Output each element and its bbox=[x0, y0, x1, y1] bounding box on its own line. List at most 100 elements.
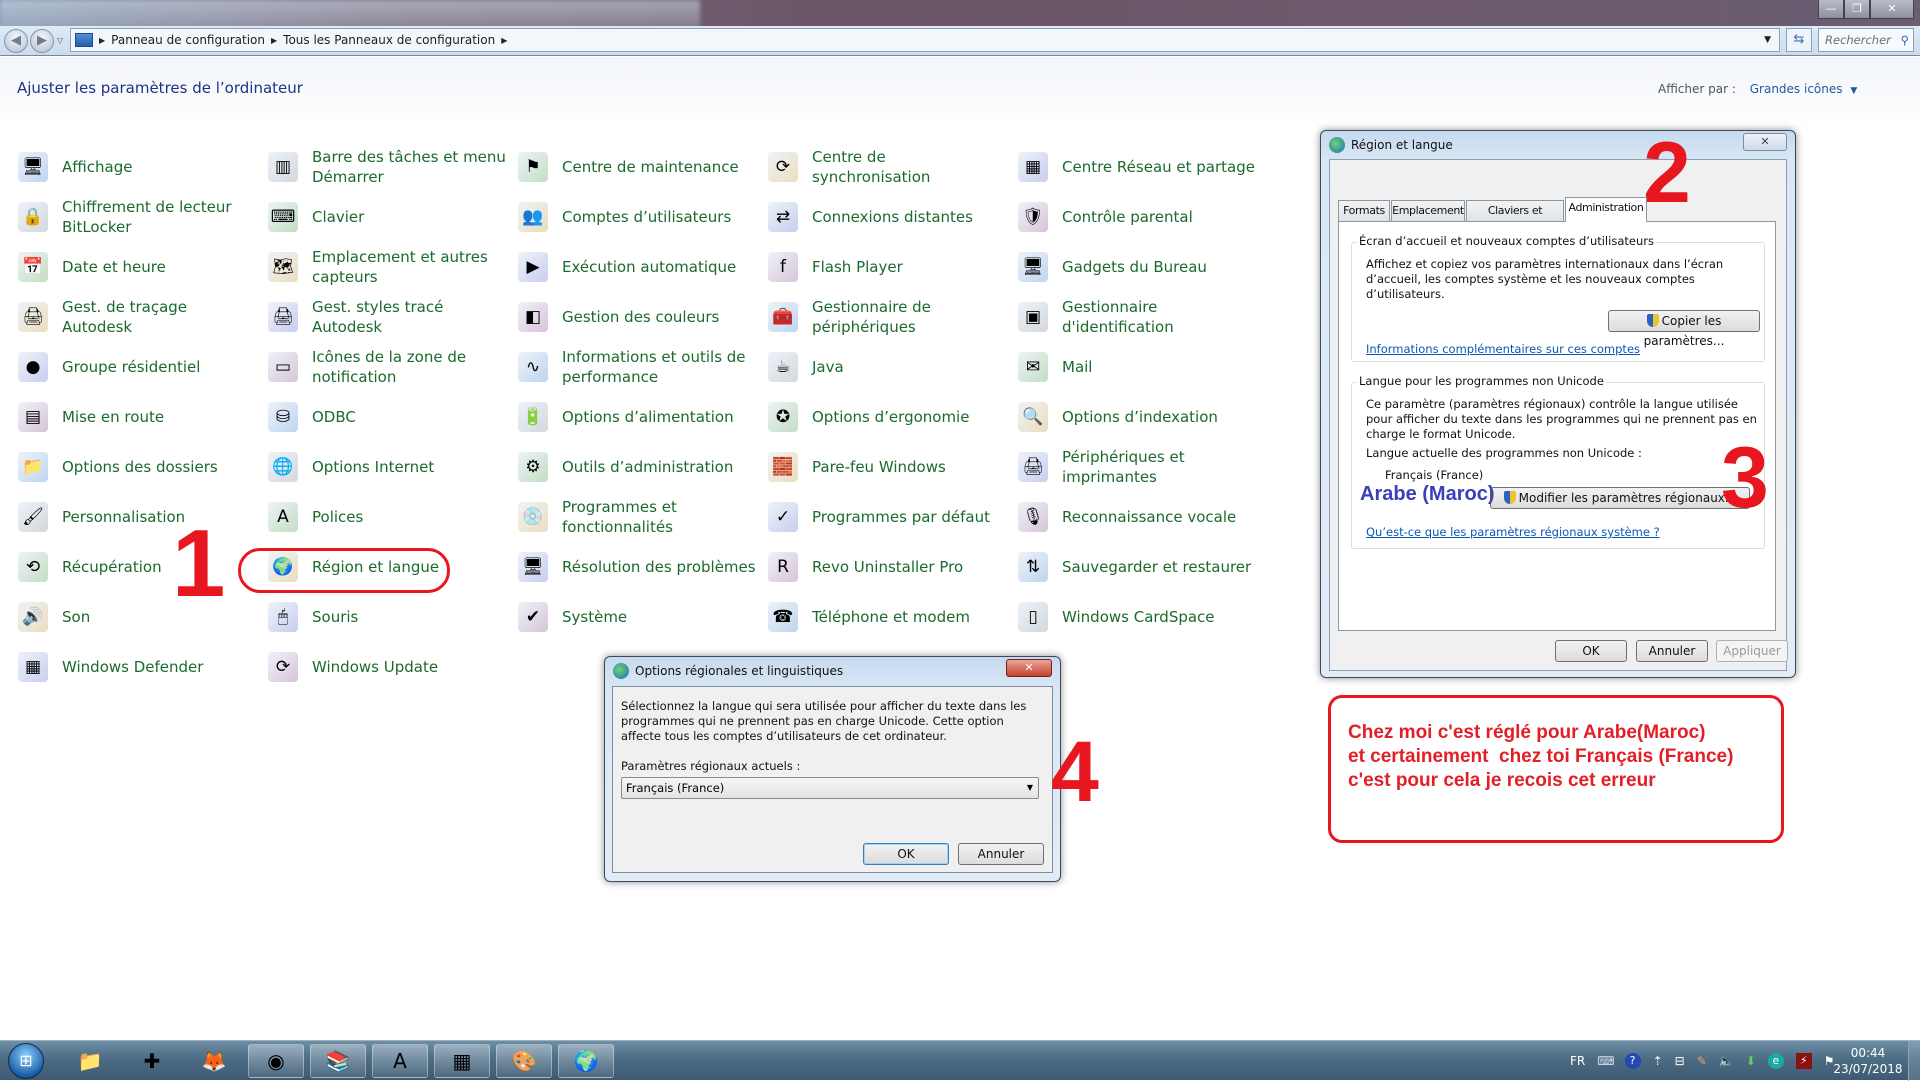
control-panel-item[interactable]: 💿 Programmes et fonctionnalités bbox=[518, 494, 758, 540]
control-panel-item[interactable]: ☎ Téléphone et modem bbox=[768, 594, 1008, 640]
control-panel-item[interactable]: 🔍 Options d’indexation bbox=[1018, 394, 1258, 440]
control-panel-item[interactable]: ▥ Barre des tâches et menu Démarrer bbox=[268, 144, 508, 190]
recent-pages-dropdown[interactable]: ▽ bbox=[57, 36, 63, 45]
show-hidden-icons[interactable]: ⇡ bbox=[1653, 1054, 1663, 1068]
control-panel-item[interactable]: f Flash Player bbox=[768, 244, 1008, 290]
tab-formats[interactable]: Formats bbox=[1338, 200, 1390, 221]
forward-button[interactable]: ▶ bbox=[30, 29, 54, 53]
system-locale-info-link[interactable]: Qu’est-ce que les paramètres régionaux s… bbox=[1366, 525, 1660, 539]
control-panel-item[interactable]: ⚙ Outils d’administration bbox=[518, 444, 758, 490]
tab-administration[interactable]: Administration bbox=[1565, 197, 1647, 222]
start-button[interactable]: ⊞ bbox=[8, 1043, 44, 1079]
control-panel-item[interactable]: ▦ Centre Réseau et partage bbox=[1018, 144, 1258, 190]
control-panel-item[interactable]: ✉ Mail bbox=[1018, 344, 1258, 390]
control-panel-item[interactable]: 🧱 Pare-feu Windows bbox=[768, 444, 1008, 490]
control-panel-item[interactable]: ▤ Mise en route bbox=[18, 394, 258, 440]
control-panel-item[interactable]: ▶ Exécution automatique bbox=[518, 244, 758, 290]
dialog-close-button[interactable]: ✕ bbox=[1743, 133, 1787, 151]
cancel-button[interactable]: Annuler bbox=[1636, 640, 1708, 662]
control-panel-item[interactable]: ▦ Windows Defender bbox=[18, 644, 258, 690]
clock[interactable]: 00:44 23/07/2018 bbox=[1828, 1045, 1908, 1077]
control-panel-item[interactable]: ◧ Gestion des couleurs bbox=[518, 294, 758, 340]
control-panel-item[interactable]: ∿ Informations et outils de performance bbox=[518, 344, 758, 390]
control-panel-item[interactable]: 🖱 Souris bbox=[268, 594, 508, 640]
control-panel-item[interactable]: 🖥 Gadgets du Bureau bbox=[1018, 244, 1258, 290]
search-input[interactable]: Rechercher ⚲ bbox=[1818, 28, 1914, 52]
control-panel-item-label: Programmes par défaut bbox=[812, 508, 990, 526]
tab-claviers-langues[interactable]: Claviers et langues bbox=[1466, 200, 1564, 236]
ok-button[interactable]: OK bbox=[863, 843, 949, 865]
control-panel-item[interactable]: ☕ Java bbox=[768, 344, 1008, 390]
control-panel-item[interactable]: ⟳ Windows Update bbox=[268, 644, 508, 690]
control-panel-item[interactable]: 🖥 Affichage bbox=[18, 144, 258, 190]
minimize-button[interactable]: — bbox=[1818, 0, 1844, 19]
back-button[interactable]: ◀ bbox=[4, 29, 28, 53]
breadcrumb-all-items[interactable]: Tous les Panneaux de configuration bbox=[283, 33, 495, 47]
control-panel-item[interactable]: ● Groupe résidentiel bbox=[18, 344, 258, 390]
breadcrumb-control-panel[interactable]: Panneau de configuration bbox=[111, 33, 265, 47]
control-panel-item[interactable]: 🔋 Options d’alimentation bbox=[518, 394, 758, 440]
control-panel-item[interactable]: 🖨 Gest. de traçage Autodesk bbox=[18, 294, 258, 340]
change-system-locale-button[interactable]: Modifier les paramètres régionaux... bbox=[1490, 487, 1750, 509]
control-panel-item[interactable]: 🧰 Gestionnaire de périphériques bbox=[768, 294, 1008, 340]
control-panel-item[interactable]: 🖨 Périphériques et imprimantes bbox=[1018, 444, 1258, 490]
taskbar-app-explorer[interactable]: 📁 bbox=[62, 1044, 118, 1078]
control-panel-item[interactable]: ⟳ Centre de synchronisation bbox=[768, 144, 1008, 190]
chevron-down-icon[interactable]: ▼ bbox=[1850, 86, 1857, 96]
tab-emplacement[interactable]: Emplacement bbox=[1391, 200, 1465, 221]
taskbar-app-chrome[interactable]: ◉ bbox=[248, 1044, 304, 1078]
control-panel-item[interactable]: 🛡 Contrôle parental bbox=[1018, 194, 1258, 240]
dialog-close-button[interactable]: ✕ bbox=[1006, 659, 1052, 677]
control-panel-item[interactable]: ⇄ Connexions distantes bbox=[768, 194, 1008, 240]
taskbar-app-winrar[interactable]: 📚 bbox=[310, 1044, 366, 1078]
network-icon[interactable]: ⊟ bbox=[1675, 1054, 1685, 1068]
control-panel-item[interactable]: ✔ Système bbox=[518, 594, 758, 640]
show-desktop-button[interactable] bbox=[1908, 1041, 1920, 1081]
control-panel-item[interactable]: ✓ Programmes par défaut bbox=[768, 494, 1008, 540]
control-panel-item[interactable]: ⛁ ODBC bbox=[268, 394, 508, 440]
control-panel-item[interactable]: ⇅ Sauvegarder et restaurer bbox=[1018, 544, 1258, 590]
taskbar-app-region-language[interactable]: 🌍 bbox=[558, 1044, 614, 1078]
refresh-button[interactable]: ⇆ bbox=[1786, 28, 1812, 52]
control-panel-item[interactable]: ⚑ Centre de maintenance bbox=[518, 144, 758, 190]
taskbar-app-paint[interactable]: 🎨 bbox=[496, 1044, 552, 1078]
taskbar-app-teamviewer-security[interactable]: ✚ bbox=[124, 1044, 180, 1078]
accounts-info-link[interactable]: Informations complémentaires sur ces com… bbox=[1366, 342, 1640, 356]
taskbar-app-control-panel[interactable]: ▦ bbox=[434, 1044, 490, 1078]
ccleaner-icon[interactable]: ✎ bbox=[1697, 1054, 1707, 1068]
app-tray-icon[interactable]: ⚡ bbox=[1795, 1053, 1812, 1069]
cancel-button[interactable]: Annuler bbox=[958, 843, 1044, 865]
control-panel-item[interactable]: 👥 Comptes d’utilisateurs bbox=[518, 194, 758, 240]
control-panel-item[interactable]: 🎙 Reconnaissance vocale bbox=[1018, 494, 1258, 540]
control-panel-item[interactable]: ▭ Icônes de la zone de notification bbox=[268, 344, 508, 390]
ok-button[interactable]: OK bbox=[1555, 640, 1627, 662]
address-dropdown-icon[interactable]: ▼ bbox=[1764, 35, 1771, 45]
control-panel-item[interactable]: 🖨 Gest. styles tracé Autodesk bbox=[268, 294, 508, 340]
control-panel-item[interactable]: 🔒 Chiffrement de lecteur BitLocker bbox=[18, 194, 258, 240]
control-panel-item[interactable]: 📁 Options des dossiers bbox=[18, 444, 258, 490]
locale-select[interactable]: Français (France) ▼ bbox=[621, 777, 1039, 799]
control-panel-item[interactable]: A Polices bbox=[268, 494, 508, 540]
control-panel-item[interactable]: 🖥 Résolution des problèmes bbox=[518, 544, 758, 590]
taskbar-app-firefox[interactable]: 🦊 bbox=[186, 1044, 242, 1078]
download-manager-icon[interactable]: ⬇ bbox=[1746, 1054, 1756, 1068]
control-panel-item[interactable]: R Revo Uninstaller Pro bbox=[768, 544, 1008, 590]
control-panel-item[interactable]: ▣ Gestionnaire d'identification bbox=[1018, 294, 1258, 340]
address-bar[interactable]: ▶ Panneau de configuration ▶ Tous les Pa… bbox=[70, 28, 1780, 52]
control-panel-item[interactable]: 📅 Date et heure bbox=[18, 244, 258, 290]
keyboard-icon[interactable]: ⌨ bbox=[1597, 1054, 1614, 1068]
control-panel-item[interactable]: 🗺 Emplacement et autres capteurs bbox=[268, 244, 508, 290]
control-panel-item[interactable]: 🌐 Options Internet bbox=[268, 444, 508, 490]
control-panel-item[interactable]: ▯ Windows CardSpace bbox=[1018, 594, 1258, 640]
view-by-dropdown[interactable]: Grandes icônes bbox=[1750, 82, 1843, 96]
close-button[interactable]: ✕ bbox=[1870, 0, 1914, 19]
copy-settings-button[interactable]: Copier les paramètres... bbox=[1608, 310, 1760, 348]
taskbar-app-access[interactable]: A bbox=[372, 1044, 428, 1078]
volume-icon[interactable]: 🔈 bbox=[1719, 1054, 1734, 1068]
eset-icon[interactable]: e bbox=[1767, 1053, 1784, 1069]
restore-button[interactable]: ❐ bbox=[1844, 0, 1870, 19]
control-panel-item[interactable]: ✪ Options d’ergonomie bbox=[768, 394, 1008, 440]
language-indicator[interactable]: FR bbox=[1570, 1054, 1585, 1068]
control-panel-item[interactable]: ⌨ Clavier bbox=[268, 194, 508, 240]
help-icon[interactable]: ? bbox=[1624, 1053, 1641, 1069]
